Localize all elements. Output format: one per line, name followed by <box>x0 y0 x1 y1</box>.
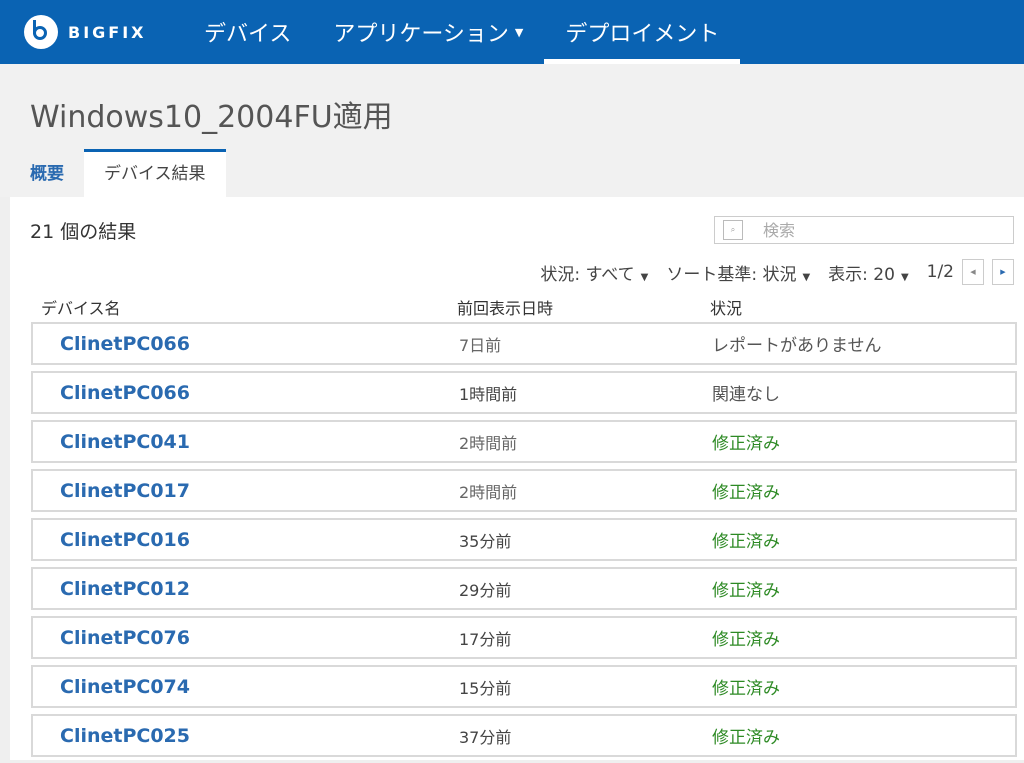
device-name-link[interactable]: ClinetPC017 <box>60 480 190 502</box>
device-results-list: ClinetPC066 7日前 レポートがありません ClinetPC066 1… <box>31 322 1017 763</box>
last-seen-time: 7日前 <box>459 335 502 355</box>
search-box[interactable]: ⌕ <box>714 216 1014 244</box>
device-name-link[interactable]: ClinetPC041 <box>60 431 190 453</box>
status-text: 修正済み <box>712 728 780 748</box>
page-header: Windows10_2004FU適用 概要 デバイス結果 <box>0 64 1024 197</box>
status-text: 関連なし <box>712 385 780 405</box>
top-navigation-bar: BIGFIX デバイス アプリケーション ▼ デプロイメント <box>0 0 1024 64</box>
result-count: 21 個の結果 <box>30 221 137 243</box>
status-filter-label: 状況: すべて <box>540 264 635 285</box>
status-text: 修正済み <box>712 581 780 601</box>
last-seen-time: 17分前 <box>459 629 512 649</box>
results-panel: 21 個の結果 ⌕ 状況: すべて ▼ ソート基準: 状況 ▼ 表示: 20 ▼ 1/… <box>10 197 1024 760</box>
nav-deployments-label: デプロイメント <box>565 22 720 47</box>
table-row: ClinetPC025 37分前 修正済み <box>31 714 1017 757</box>
device-name-link[interactable]: ClinetPC016 <box>60 529 190 551</box>
status-text: 修正済み <box>712 434 780 454</box>
table-row: ClinetPC041 2時間前 修正済み <box>31 420 1017 463</box>
sort-dropdown[interactable]: ソート基準: 状況 ▼ <box>666 260 810 285</box>
bigfix-logo[interactable]: BIGFIX <box>0 0 183 64</box>
chevron-down-icon: ▼ <box>802 271 811 283</box>
list-toolbar: 状況: すべて ▼ ソート基準: 状況 ▼ 表示: 20 ▼ 1/2 ◀ ▶ <box>522 259 1014 285</box>
page-indicator: 1/2 <box>926 262 954 282</box>
last-seen-time: 29分前 <box>459 580 512 600</box>
tab-device-results[interactable]: デバイス結果 <box>84 149 226 197</box>
table-row: ClinetPC012 29分前 修正済み <box>31 567 1017 610</box>
device-name-link[interactable]: ClinetPC025 <box>60 725 190 747</box>
device-name-link[interactable]: ClinetPC074 <box>60 676 190 698</box>
table-row: ClinetPC074 15分前 修正済み <box>31 665 1017 708</box>
table-row: ClinetPC066 7日前 レポートがありません <box>31 322 1017 365</box>
device-name-link[interactable]: ClinetPC066 <box>60 382 190 404</box>
sort-label: ソート基準: 状況 <box>666 264 797 285</box>
device-name-link[interactable]: ClinetPC012 <box>60 578 190 600</box>
status-text: 修正済み <box>712 679 780 699</box>
status-text: 修正済み <box>712 483 780 503</box>
table-row: ClinetPC076 17分前 修正済み <box>31 616 1017 659</box>
status-text: レポートがありません <box>712 336 882 356</box>
chevron-down-icon: ▼ <box>514 25 524 39</box>
tab-bar: 概要 デバイス結果 <box>10 149 226 197</box>
prev-page-icon[interactable]: ◀ <box>962 259 984 285</box>
status-text: 修正済み <box>712 630 780 650</box>
table-row: ClinetPC016 35分前 修正済み <box>31 518 1017 561</box>
last-seen-time: 2時間前 <box>459 433 518 453</box>
column-header-last-seen[interactable]: 前回表示日時 <box>457 295 553 319</box>
page-title: Windows10_2004FU適用 <box>30 100 393 135</box>
status-text: 修正済み <box>712 532 780 552</box>
last-seen-time: 35分前 <box>459 531 512 551</box>
last-seen-time: 15分前 <box>459 678 512 698</box>
column-header-status[interactable]: 状況 <box>710 295 742 319</box>
device-name-link[interactable]: ClinetPC066 <box>60 333 190 355</box>
tab-overview[interactable]: 概要 <box>10 151 84 197</box>
bigfix-logo-icon <box>24 15 58 49</box>
last-seen-time: 37分前 <box>459 727 512 747</box>
search-icon: ⌕ <box>723 220 743 240</box>
nav-applications-label: アプリケーション <box>333 22 509 47</box>
nav-applications[interactable]: アプリケーション ▼ <box>312 0 544 64</box>
logo-text: BIGFIX <box>68 22 147 42</box>
nav-devices-label: デバイス <box>204 22 292 47</box>
chevron-down-icon: ▼ <box>900 271 909 283</box>
last-seen-time: 2時間前 <box>459 482 518 502</box>
search-input[interactable] <box>761 219 985 241</box>
table-row: ClinetPC017 2時間前 修正済み <box>31 469 1017 512</box>
page-size-label: 表示: 20 <box>828 264 895 285</box>
nav-devices[interactable]: デバイス <box>183 0 312 64</box>
table-row: ClinetPC066 1時間前 関連なし <box>31 371 1017 414</box>
page-size-dropdown[interactable]: 表示: 20 ▼ <box>828 260 908 285</box>
chevron-down-icon: ▼ <box>640 271 649 283</box>
column-header-device-name[interactable]: デバイス名 <box>41 295 121 319</box>
next-page-icon[interactable]: ▶ <box>992 259 1014 285</box>
last-seen-time: 1時間前 <box>459 384 518 404</box>
nav-deployments[interactable]: デプロイメント <box>544 0 741 64</box>
status-filter-dropdown[interactable]: 状況: すべて ▼ <box>540 260 648 285</box>
device-name-link[interactable]: ClinetPC076 <box>60 627 190 649</box>
